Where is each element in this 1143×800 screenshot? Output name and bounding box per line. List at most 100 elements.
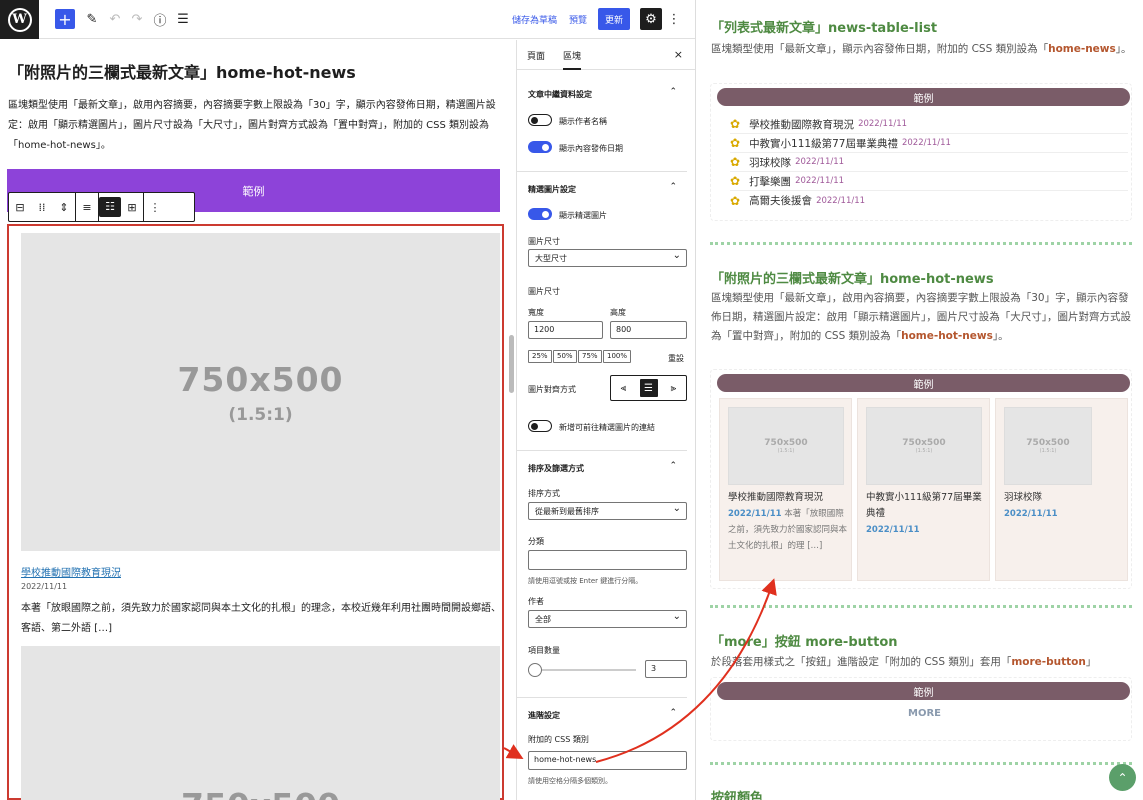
sidebar-tabs: 頁面 區塊 × <box>517 40 695 70</box>
page-description[interactable]: 區塊類型使用「最新文章」，啟用內容摘要，內容摘要字數上限設為「30」字，顯示內容… <box>8 96 498 156</box>
section-desc-more-button: 於段落套用樣式之「按鈕」進階設定「附加的 CSS 類別」套用「more-butt… <box>711 656 1097 668</box>
example-label: 範例 <box>717 374 1130 392</box>
panel-title[interactable]: 精選圖片設定 <box>528 184 576 195</box>
dotted-divider <box>710 605 1132 608</box>
list-item[interactable]: ✿ 羽球校隊 2022/11/11 <box>730 153 1128 172</box>
item-count-input[interactable]: 3 <box>645 660 687 678</box>
more-options-icon[interactable]: ⋮ <box>668 9 681 29</box>
move-updown-icon[interactable]: ⇕ <box>53 201 75 214</box>
preview-button[interactable]: 預覽 <box>569 13 587 26</box>
news-card[interactable]: 750x500 (1.5:1) 羽球校隊 2022/11/11 <box>995 398 1128 581</box>
undo-icon[interactable]: ↶ <box>107 9 123 29</box>
align-left-icon[interactable]: ⫷ <box>615 379 633 397</box>
panel-sorting: 排序及篩選方式 ⌃ 排序方式 從最新到最舊排序 分類 請使用逗號或按 Enter… <box>517 452 687 698</box>
post-title-link[interactable]: 學校推動國際教育現況 <box>21 564 121 579</box>
placeholder-ratio-text: (1.5:1) <box>228 404 293 425</box>
grid-view-toggle-icon[interactable]: ⊞ <box>121 201 143 214</box>
block-editor: W + ✎ ↶ ↷ ⓘ ☰ 儲存為草稿 預覽 更新 ⚙ ⋮ 「附照片的三欄式最新… <box>0 0 695 800</box>
panel-advanced: 進階設定 ⌃ 附加的 CSS 類別 home-hot-news 請使用空格分隔多… <box>517 699 687 800</box>
settings-gear-icon[interactable]: ⚙ <box>640 8 662 30</box>
chevron-up-icon[interactable]: ⌃ <box>669 87 677 97</box>
section-title-news-list: 「列表式最新文章」news-table-list <box>711 21 938 36</box>
news-card[interactable]: 750x500 (1.5:1) 中教實小111級第77屆畢業典禮 2022/11/… <box>857 398 990 581</box>
panel-title[interactable]: 排序及篩選方式 <box>528 463 584 474</box>
image-size-select[interactable]: 大型尺寸 <box>528 249 687 267</box>
panel-title[interactable]: 進階設定 <box>528 710 560 721</box>
field-label: 圖片尺寸 <box>528 287 560 296</box>
field-label: 附加的 CSS 類別 <box>528 735 589 744</box>
block-type-icon[interactable]: ⊟ <box>9 201 31 214</box>
flower-icon: ✿ <box>730 136 741 150</box>
chevron-up-icon[interactable]: ⌃ <box>669 461 677 471</box>
field-label: 作者 <box>528 597 544 606</box>
redo-icon[interactable]: ↷ <box>129 9 145 29</box>
card-image-placeholder: 750x500 (1.5:1) <box>728 407 844 485</box>
chevron-up-icon[interactable]: ⌃ <box>669 182 677 192</box>
show-featured-toggle[interactable] <box>528 208 552 220</box>
pct-100-button[interactable]: 100% <box>603 350 632 363</box>
item-count-slider[interactable] <box>528 663 636 677</box>
show-date-toggle[interactable] <box>528 141 552 153</box>
block-options-icon[interactable]: ⋮ <box>144 201 166 214</box>
field-label: 排序方式 <box>528 489 560 498</box>
category-input[interactable] <box>528 550 687 570</box>
pct-75-button[interactable]: 75% <box>578 350 602 363</box>
card-title[interactable]: 中教實小111級第77屆畢業典禮 <box>866 490 986 522</box>
tab-block[interactable]: 區塊 <box>563 49 582 70</box>
close-icon[interactable]: × <box>674 48 683 61</box>
news-card[interactable]: 750x500 (1.5:1) 學校推動國際教育現況 2022/11/11 本著「… <box>719 398 852 581</box>
list-view-toggle-icon[interactable]: ☷ <box>99 197 121 217</box>
back-to-top-icon[interactable]: ⌃ <box>1109 764 1136 791</box>
panel-post-meta: 文章中繼資料設定 ⌃ 顯示作者名稱 顯示內容發佈日期 <box>517 78 687 172</box>
align-icon[interactable]: ≡ <box>76 201 98 214</box>
card-title[interactable]: 羽球校隊 <box>1004 490 1042 506</box>
more-button[interactable]: MORE <box>908 708 941 719</box>
card-image-placeholder: 750x500 (1.5:1) <box>866 407 982 485</box>
sort-order-select[interactable]: 從最新到最舊排序 <box>528 502 687 520</box>
list-item[interactable]: ✿ 高爾夫後援會 2022/11/11 <box>730 191 1128 210</box>
info-icon[interactable]: ⓘ <box>152 9 168 29</box>
align-right-icon[interactable]: ⫸ <box>665 379 683 397</box>
dotted-divider <box>710 762 1132 765</box>
link-featured-toggle[interactable] <box>528 420 552 432</box>
list-item[interactable]: ✿ 中教實小111級第77屆畢業典禮 2022/11/11 <box>730 134 1128 153</box>
align-center-icon[interactable]: ☰ <box>639 379 658 397</box>
pct-50-button[interactable]: 50% <box>553 350 577 363</box>
update-button[interactable]: 更新 <box>598 8 630 30</box>
field-label: 圖片對齊方式 <box>528 385 576 394</box>
list-item[interactable]: ✿ 學校推動國際教育現況 2022/11/11 <box>730 115 1128 134</box>
field-label: 分類 <box>528 537 544 546</box>
card-title[interactable]: 學校推動國際教育現況 <box>728 490 823 506</box>
save-draft-button[interactable]: 儲存為草稿 <box>512 13 557 26</box>
wordpress-logo-icon[interactable]: W <box>0 0 39 39</box>
toggle-label: 新增可前往精選圖片的連結 <box>559 423 655 432</box>
width-input[interactable]: 1200 <box>528 321 603 339</box>
height-input[interactable]: 800 <box>610 321 687 339</box>
editor-top-toolbar: W + ✎ ↶ ↷ ⓘ ☰ 儲存為草稿 預覽 更新 ⚙ ⋮ <box>0 0 695 39</box>
panel-featured-image: 精選圖片設定 ⌃ 顯示精選圖片 圖片尺寸 大型尺寸 圖片尺寸 寬度 高度 120… <box>517 173 687 451</box>
show-author-toggle[interactable] <box>528 114 552 126</box>
page-title[interactable]: 「附照片的三欄式最新文章」home-hot-news <box>8 59 356 83</box>
chevron-up-icon[interactable]: ⌃ <box>669 708 677 718</box>
drag-handle-icon[interactable]: ⁞⁞ <box>31 201 53 214</box>
post-excerpt: 本著「放眼國際之前，須先致力於國家認同與本土文化的扎根」的理念，本校近幾年利用社… <box>21 603 501 634</box>
list-view-icon[interactable]: ☰ <box>175 9 191 29</box>
editor-canvas: 「附照片的三欄式最新文章」home-hot-news 區塊類型使用「最新文章」，… <box>0 40 516 800</box>
reset-button[interactable]: 重設 <box>668 353 684 364</box>
author-select[interactable]: 全部 <box>528 610 687 628</box>
canvas-scrollbar[interactable] <box>509 335 514 393</box>
flower-icon: ✿ <box>730 155 741 169</box>
pct-25-button[interactable]: 25% <box>528 350 552 363</box>
panel-title[interactable]: 文章中繼資料設定 <box>528 89 592 100</box>
help-text: 請使用空格分隔多個類別。 <box>528 777 612 785</box>
settings-sidebar: 頁面 區塊 × 文章中繼資料設定 ⌃ 顯示作者名稱 顯示內容發佈日期 精選圖片設… <box>516 40 695 800</box>
add-block-button[interactable]: + <box>55 9 75 29</box>
css-class-input[interactable]: home-hot-news <box>528 751 687 770</box>
card-date-excerpt: 2022/11/11 本著「放眼國際之前，須先致力於國家認同與本土文化的扎根」的… <box>728 509 848 551</box>
list-item[interactable]: ✿ 打擊樂團 2022/11/11 <box>730 172 1128 191</box>
frontend-preview: 「列表式最新文章」news-table-list 區塊類型使用「最新文章」，顯示… <box>695 0 1143 800</box>
pencil-icon[interactable]: ✎ <box>84 9 100 29</box>
tab-page[interactable]: 頁面 <box>527 49 545 62</box>
section-title-more-button: 「more」按鈕 more-button <box>711 635 898 650</box>
image-align-group: ⫷ ☰ ⫸ <box>610 375 687 401</box>
